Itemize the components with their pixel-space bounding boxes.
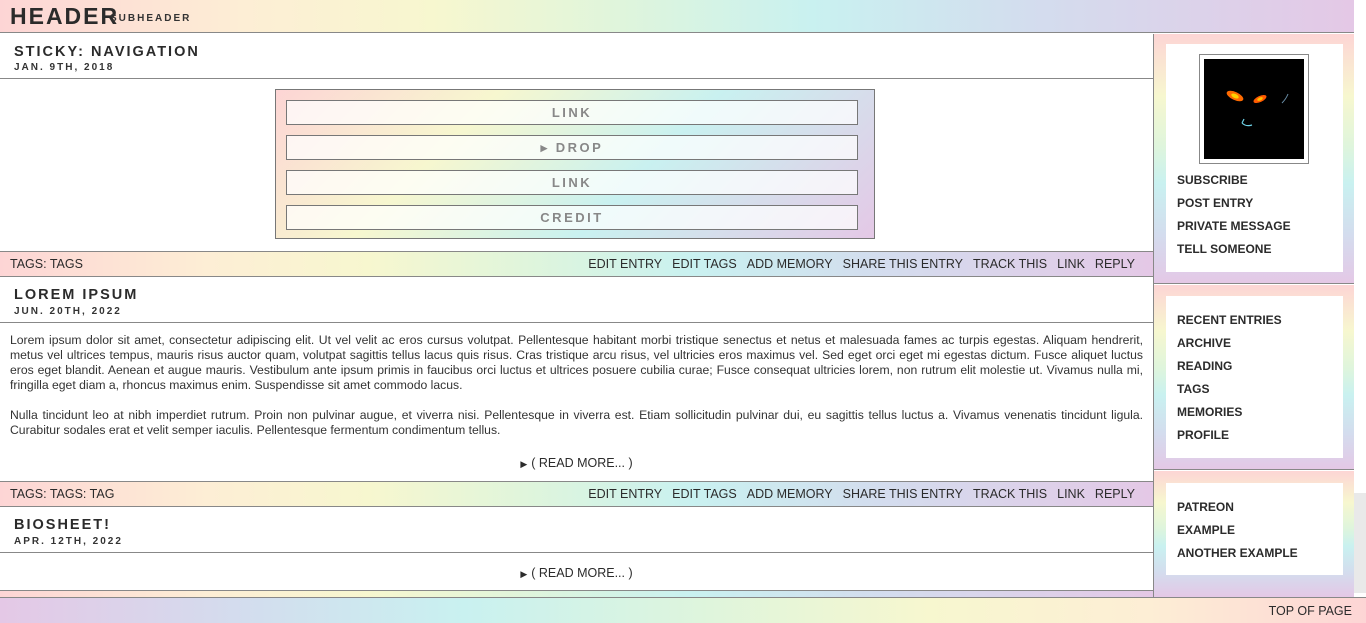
archive-link[interactable]: ARCHIVE <box>1177 336 1231 350</box>
entry-tag-bar <box>0 590 1153 597</box>
entry-header: LOREM IPSUM JUN. 20TH, 2022 <box>0 277 1153 323</box>
entry-title[interactable]: STICKY: NAVIGATION <box>14 44 200 60</box>
entry-date: APR. 12TH, 2022 <box>14 536 123 547</box>
entry-header: BIOSHEET! APR. 12TH, 2022 <box>0 507 1153 553</box>
entry-tag-bar: TAGS: TAGS: TAG EDIT ENTRY EDIT TAGS ADD… <box>0 481 1153 507</box>
entry-date: JAN. 9TH, 2018 <box>14 62 115 73</box>
private-message-link[interactable]: PRIVATE MESSAGE <box>1177 219 1291 233</box>
profile-box: SUBSCRIBE POST ENTRY PRIVATE MESSAGE TEL… <box>1166 44 1343 272</box>
nav-link[interactable]: LINK <box>286 170 858 195</box>
edit-entry-link[interactable]: EDIT ENTRY <box>588 487 662 501</box>
page-edge <box>1354 0 1366 493</box>
entry-tags[interactable]: TAGS: TAGS <box>10 257 83 271</box>
permalink-link[interactable]: LINK <box>1057 487 1085 501</box>
site-title: HEADER <box>10 3 120 29</box>
nav-credit-link[interactable]: CREDIT <box>286 205 858 230</box>
subscribe-link[interactable]: SUBSCRIBE <box>1177 173 1248 187</box>
profile-panel: SUBSCRIBE POST ENTRY PRIVATE MESSAGE TEL… <box>1154 34 1354 284</box>
sidebar: SUBSCRIBE POST ENTRY PRIVATE MESSAGE TEL… <box>1154 34 1354 597</box>
reply-link[interactable]: REPLY <box>1095 257 1135 271</box>
entry-tags[interactable]: TAGS: TAGS: TAG <box>10 487 114 501</box>
profile-link[interactable]: PROFILE <box>1177 428 1229 442</box>
navigation-box: RECENT ENTRIES ARCHIVE READING TAGS MEMO… <box>1166 296 1343 458</box>
avatar-image <box>1204 59 1304 159</box>
edit-entry-link[interactable]: EDIT ENTRY <box>588 257 662 271</box>
top-of-page-link[interactable]: TOP OF PAGE <box>1269 604 1352 618</box>
permalink-link[interactable]: LINK <box>1057 257 1085 271</box>
navigation-panel: RECENT ENTRIES ARCHIVE READING TAGS MEMO… <box>1154 285 1354 470</box>
site-subtitle: SUBHEADER <box>110 13 192 24</box>
links-box: PATREON EXAMPLE ANOTHER EXAMPLE <box>1166 483 1343 575</box>
site-header: HEADER SUBHEADER <box>0 0 1354 33</box>
add-memory-link[interactable]: ADD MEMORY <box>747 257 833 271</box>
patreon-link[interactable]: PATREON <box>1177 500 1234 514</box>
add-memory-link[interactable]: ADD MEMORY <box>747 487 833 501</box>
read-more-link[interactable]: ▶( READ MORE... ) <box>0 566 1153 580</box>
entry-tag-bar: TAGS: TAGS EDIT ENTRY EDIT TAGS ADD MEMO… <box>0 251 1153 277</box>
recent-entries-link[interactable]: RECENT ENTRIES <box>1177 313 1282 327</box>
page-footer: TOP OF PAGE <box>0 597 1366 623</box>
links-panel: PATREON EXAMPLE ANOTHER EXAMPLE <box>1154 471 1354 597</box>
post-entry-link[interactable]: POST ENTRY <box>1177 196 1253 210</box>
nav-dropdown[interactable]: ▸ DROP <box>286 135 858 160</box>
entry-date: JUN. 20TH, 2022 <box>14 306 122 317</box>
another-example-link[interactable]: ANOTHER EXAMPLE <box>1177 546 1298 560</box>
avatar[interactable] <box>1199 54 1309 164</box>
track-this-link[interactable]: TRACK THIS <box>973 487 1047 501</box>
track-this-link[interactable]: TRACK THIS <box>973 257 1047 271</box>
tags-link[interactable]: TAGS <box>1177 382 1209 396</box>
nav-link[interactable]: LINK <box>286 100 858 125</box>
entry-paragraph: Nulla tincidunt leo at nibh imperdiet ru… <box>10 408 1143 437</box>
expand-triangle-icon: ▶ <box>520 459 528 469</box>
entry-title[interactable]: LOREM IPSUM <box>14 287 138 303</box>
navigation-box: LINK ▸ DROP LINK CREDIT <box>275 89 875 239</box>
entry-title[interactable]: BIOSHEET! <box>14 517 111 533</box>
read-more-label: ( READ MORE... ) <box>531 456 633 470</box>
memories-link[interactable]: MEMORIES <box>1177 405 1242 419</box>
edit-tags-link[interactable]: EDIT TAGS <box>672 487 737 501</box>
expand-triangle-icon: ▶ <box>520 569 528 579</box>
entry-actions: EDIT ENTRY EDIT TAGS ADD MEMORY SHARE TH… <box>588 487 1135 501</box>
entry-paragraph: Lorem ipsum dolor sit amet, consectetur … <box>10 333 1143 392</box>
reply-link[interactable]: REPLY <box>1095 487 1135 501</box>
read-more-link[interactable]: ▶( READ MORE... ) <box>0 456 1153 470</box>
share-entry-link[interactable]: SHARE THIS ENTRY <box>843 487 963 501</box>
entry-actions: EDIT ENTRY EDIT TAGS ADD MEMORY SHARE TH… <box>588 257 1135 271</box>
page-scrollbar[interactable] <box>1354 493 1366 593</box>
edit-tags-link[interactable]: EDIT TAGS <box>672 257 737 271</box>
example-link[interactable]: EXAMPLE <box>1177 523 1235 537</box>
reading-link[interactable]: READING <box>1177 359 1232 373</box>
share-entry-link[interactable]: SHARE THIS ENTRY <box>843 257 963 271</box>
entry-header: STICKY: NAVIGATION JAN. 9TH, 2018 <box>0 34 1153 79</box>
main-column: STICKY: NAVIGATION JAN. 9TH, 2018 LINK ▸… <box>0 34 1154 597</box>
tell-someone-link[interactable]: TELL SOMEONE <box>1177 242 1271 256</box>
read-more-label: ( READ MORE... ) <box>531 566 633 580</box>
